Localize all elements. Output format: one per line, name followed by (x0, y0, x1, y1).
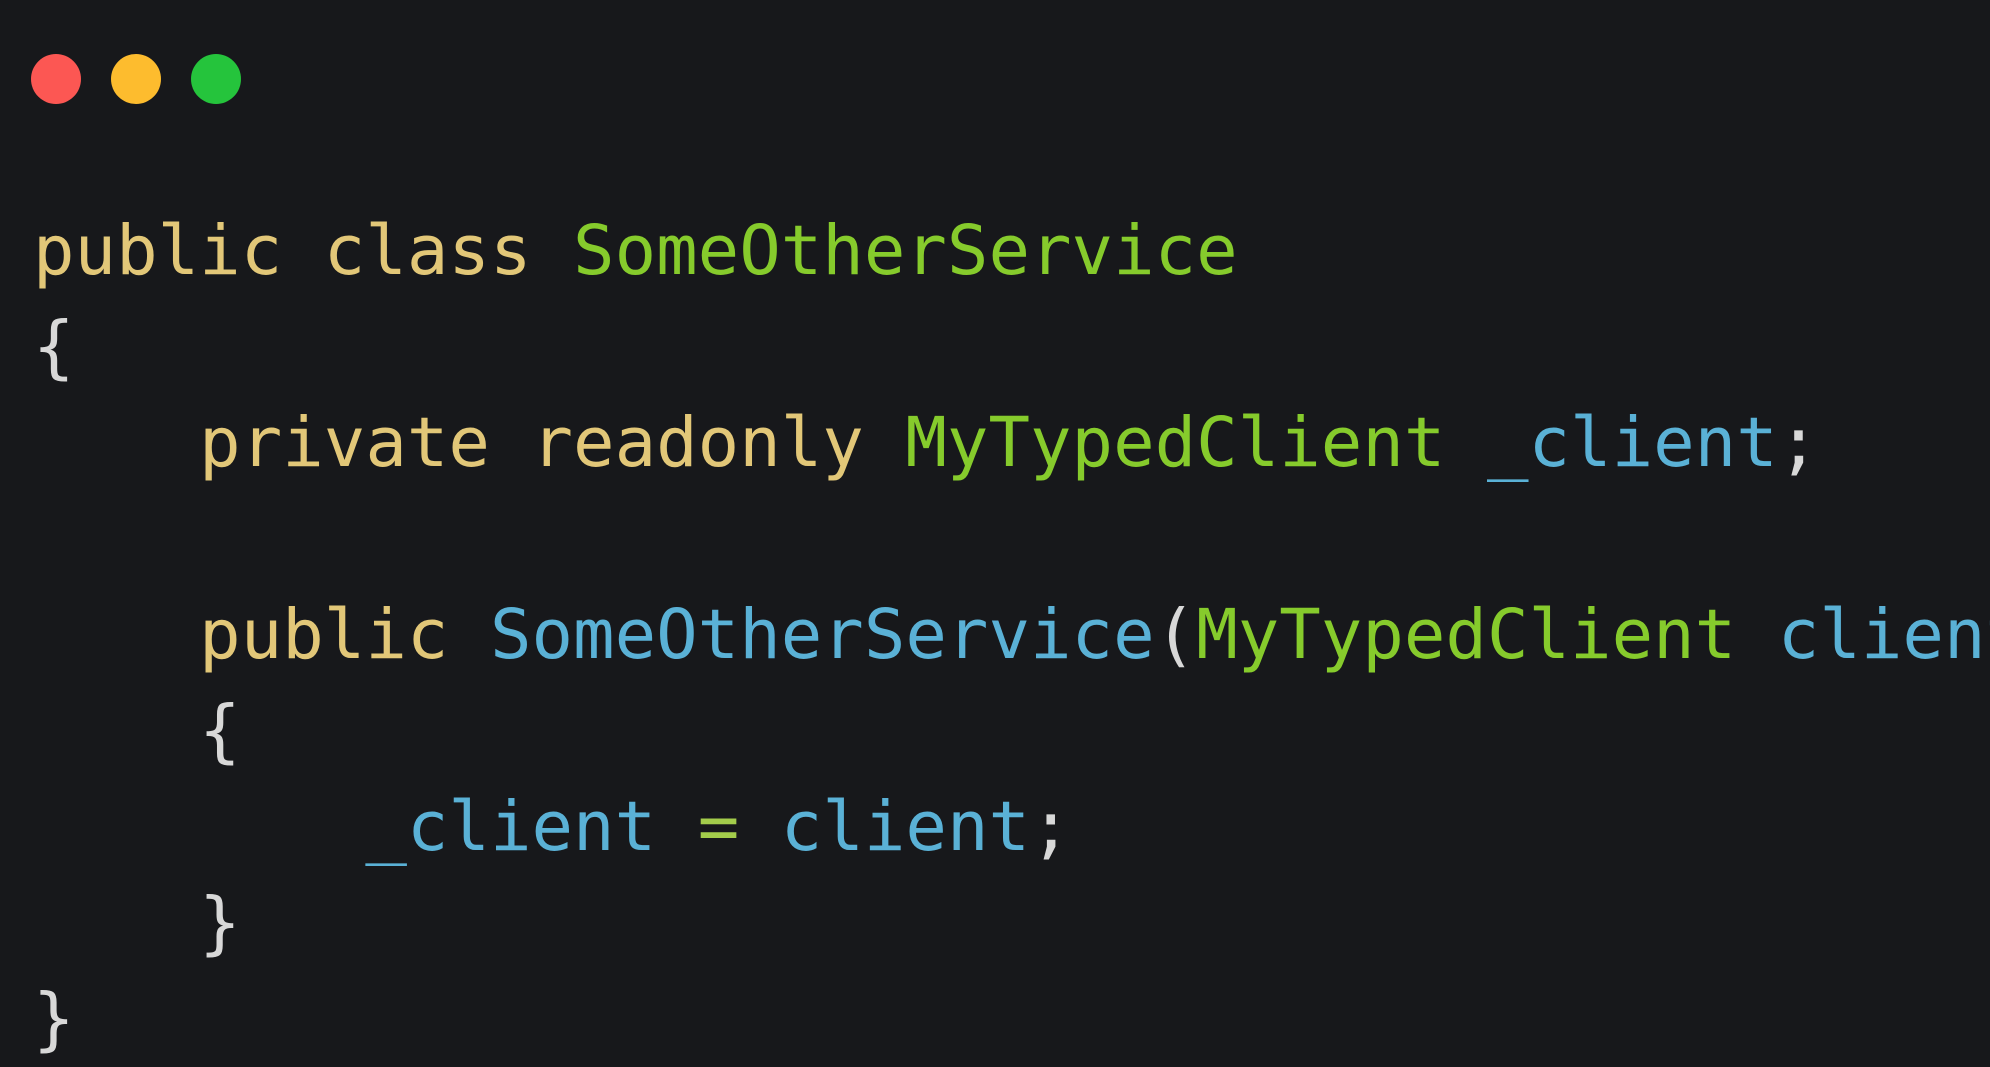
window-titlebar (0, 0, 1990, 150)
code-token-keyword: public class (33, 211, 574, 291)
code-block: public class SomeOtherService{ private r… (33, 203, 1990, 1067)
code-token-punctuation: { (33, 691, 241, 771)
code-token-punctuation: } (33, 979, 75, 1059)
code-token-identifier: SomeOtherService (489, 595, 1155, 675)
code-token-keyword: private readonly (33, 403, 906, 483)
code-token-identifier: client (1777, 595, 1990, 675)
code-token-type: MyTypedClient (905, 403, 1446, 483)
code-line: _client = client; (33, 779, 1990, 875)
code-line: private readonly MyTypedClient _client; (33, 395, 1990, 491)
code-token-punctuation (1736, 595, 1778, 675)
code-token-punctuation: { (33, 307, 75, 387)
close-window-button[interactable] (31, 54, 81, 104)
code-token-identifier: _client (1486, 403, 1778, 483)
code-line: public class SomeOtherService (33, 203, 1990, 299)
code-token-identifier: client (780, 787, 1031, 867)
code-token-operator: = (697, 787, 740, 867)
code-line: { (33, 299, 1990, 395)
code-token-type: MyTypedClient (1196, 595, 1737, 675)
code-token-punctuation (33, 787, 365, 867)
maximize-window-button[interactable] (191, 54, 241, 104)
code-token-punctuation (1445, 403, 1487, 483)
code-line: { (33, 683, 1990, 779)
code-token-identifier: _client (365, 787, 657, 867)
code-line: public SomeOtherService(MyTypedClient cl… (33, 587, 1990, 683)
code-token-keyword: public (33, 595, 490, 675)
code-token-punctuation (739, 787, 781, 867)
code-token-type: SomeOtherService (573, 211, 1238, 291)
code-line: } (33, 875, 1990, 971)
code-line: } (33, 971, 1990, 1067)
code-window: public class SomeOtherService{ private r… (0, 0, 1990, 1059)
code-token-punctuation (656, 787, 698, 867)
code-token-punctuation: } (33, 883, 241, 963)
minimize-window-button[interactable] (111, 54, 161, 104)
code-token-punctuation: ; (1030, 787, 1072, 867)
code-token-punctuation: ; (1777, 403, 1820, 483)
code-token-punctuation: ( (1154, 595, 1197, 675)
